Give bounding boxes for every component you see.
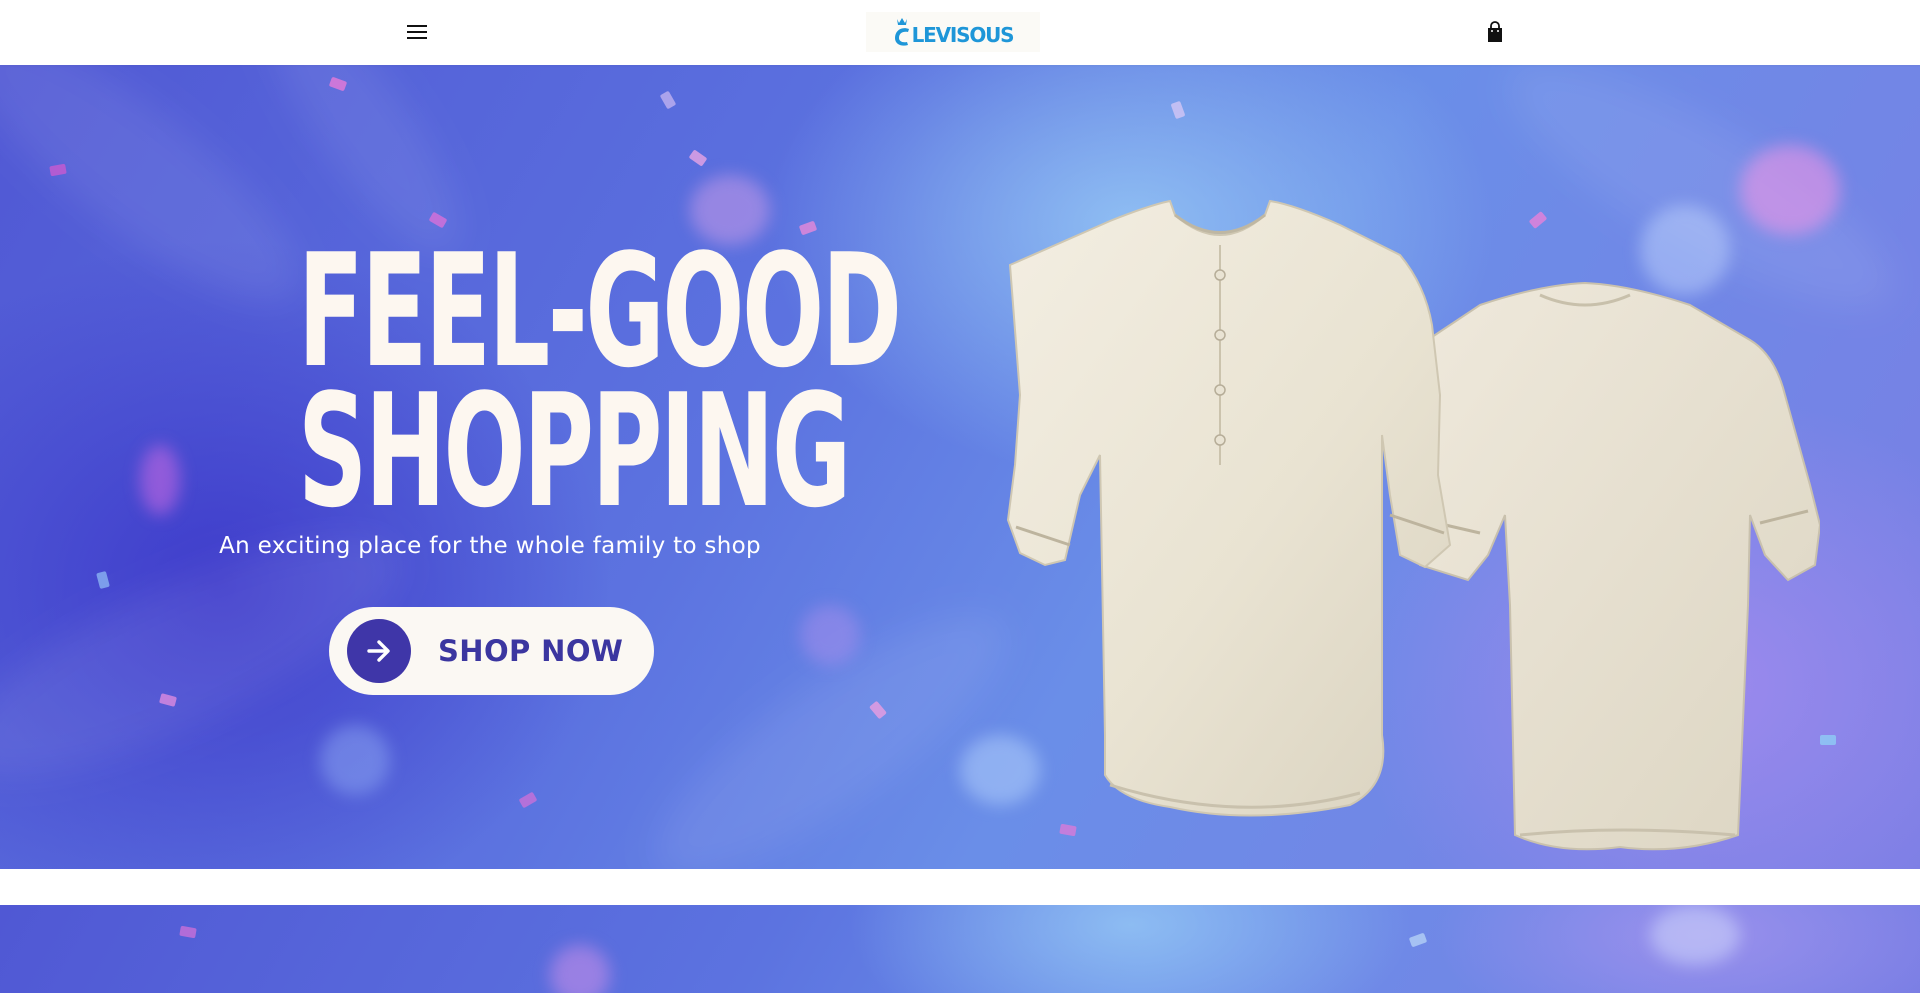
confetti-piece [688, 149, 708, 167]
site-logo[interactable]: LEVISOUS [866, 12, 1040, 52]
logo-text: LEVISOUS [911, 23, 1015, 47]
bokeh-light [800, 605, 860, 665]
cart-button[interactable] [1473, 15, 1517, 49]
shirt-front-and-back-image [920, 135, 1820, 869]
confetti-piece [1170, 100, 1186, 120]
hamburger-menu-icon [407, 25, 427, 39]
confetti-piece [96, 570, 110, 590]
site-header: LEVISOUS [0, 0, 1920, 65]
menu-button[interactable] [395, 15, 439, 49]
crown-logo-icon [893, 17, 911, 47]
bokeh-light [1650, 905, 1740, 965]
shirt-back-view [1413, 281, 1820, 851]
bokeh-light [140, 445, 180, 515]
confetti-piece [1408, 932, 1428, 948]
shop-now-label: SHOP NOW [438, 634, 624, 668]
confetti-piece [518, 791, 538, 809]
hero-banner: FEEL-GOOD SHOPPING An exciting place for… [0, 65, 1920, 869]
confetti-piece [179, 925, 197, 939]
confetti-piece [659, 90, 677, 110]
shopping-bag-icon [1488, 21, 1502, 42]
bokeh-light [550, 945, 610, 993]
hero-subtitle: An exciting place for the whole family t… [219, 533, 761, 559]
confetti-piece [1820, 735, 1836, 745]
bokeh-light [320, 725, 390, 795]
secondary-banner [0, 905, 1920, 993]
shop-now-button[interactable]: SHOP NOW [329, 607, 654, 695]
headline-line-2: SHOPPING [297, 360, 852, 542]
hero-headline: FEEL-GOOD SHOPPING [297, 233, 902, 542]
shirt-front-view [1006, 199, 1452, 817]
fabric-fold [0, 65, 333, 342]
arrow-right-icon [347, 619, 411, 683]
